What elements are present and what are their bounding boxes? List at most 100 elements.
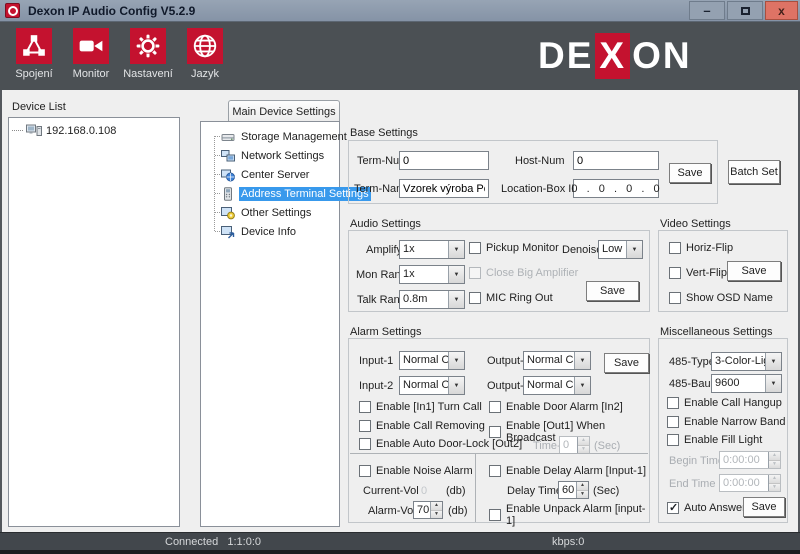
chevron-down-icon[interactable]: ▼ [448,377,464,394]
spin-down-icon[interactable]: ▼ [431,510,442,519]
tree-item-network-settings[interactable]: Network Settings [201,146,339,165]
video-settings-group: Horiz-Flip Vert-Flip Show OSD Name Save [658,230,788,312]
checkbox-box [669,242,681,254]
checkbox-label: Enable Call Hangup [684,397,782,409]
enable-call-hangup-checkbox[interactable]: Enable Call Hangup [667,397,782,409]
checkbox-box [359,420,371,432]
chevron-down-icon[interactable]: ▼ [765,375,781,392]
tree-item-address-terminal-settings[interactable]: Address Terminal Settings [201,184,339,203]
toolbar-button-nastaveni[interactable]: Nastavení [119,28,177,80]
minimize-button[interactable]: – [689,1,725,20]
pickup-monitor-checkbox[interactable]: Pickup Monitor [469,242,559,254]
input2-dropdown[interactable]: Normal Open ▼ [399,376,465,395]
tree-item-center-server[interactable]: Center Server [201,165,339,184]
maximize-button[interactable] [727,1,763,20]
audio-save-button[interactable]: Save [586,281,639,301]
vert-flip-checkbox[interactable]: Vert-Flip [669,267,727,279]
checkbox-box [667,434,679,446]
enable-noise-alarm-checkbox[interactable]: Enable Noise Alarm [359,465,473,477]
chevron-down-icon[interactable]: ▼ [574,377,590,394]
device-list: 192.168.0.108 [8,117,180,527]
chevron-down-icon[interactable]: ▼ [765,353,781,370]
term-name-input[interactable] [399,179,489,198]
spin-up-icon[interactable]: ▲ [431,502,442,510]
end-time-spinner: 0:00:00 ▲▼ [719,474,781,492]
tree-item-device-info[interactable]: Device Info [201,222,339,241]
spin-down-icon[interactable]: ▼ [769,460,780,469]
output1-dropdown[interactable]: Normal Close ▼ [523,351,591,370]
terminal-icon [221,187,235,201]
enable-in1-turn-call-checkbox[interactable]: Enable [In1] Turn Call [359,401,482,413]
denoise-dropdown[interactable]: Low ▼ [598,240,643,259]
video-save-button[interactable]: Save [727,261,781,281]
close-button[interactable]: x [765,1,798,20]
time-out-unit: (Sec) [594,440,620,452]
talk-range-dropdown[interactable]: 0.8m ▼ [399,290,465,309]
enable-unpack-alarm-checkbox[interactable]: Enable Unpack Alarm [input-1] [489,503,649,527]
spin-up-icon[interactable]: ▲ [578,437,589,445]
show-osd-name-checkbox[interactable]: Show OSD Name [669,292,773,304]
network-computers-icon [221,149,235,163]
settings-tree-panel: Storage Management Network Settings [200,121,340,527]
chevron-down-icon[interactable]: ▼ [448,266,464,283]
chevron-down-icon[interactable]: ▼ [574,352,590,369]
location-box-ip-input[interactable]: 0 . 0 . 0 . 0 [573,179,659,198]
485-type-dropdown[interactable]: 3-Color-Light ▼ [711,352,782,371]
toolbar-button-monitor[interactable]: Monitor [62,28,120,80]
485-baud-dropdown[interactable]: 9600 ▼ [711,374,782,393]
checkbox-label: Auto Answer [684,502,746,514]
term-num-input[interactable] [399,151,489,170]
alarm-save-button[interactable]: Save [604,353,649,373]
mic-ring-out-checkbox[interactable]: MIC Ring Out [469,292,553,304]
enable-delay-alarm-checkbox[interactable]: Enable Delay Alarm [Input-1] [489,465,646,477]
enable-call-removing-checkbox[interactable]: Enable Call Removing [359,420,485,432]
current-vol-label: Current-Vol [363,485,419,497]
host-num-input[interactable] [573,151,659,170]
dropdown-value: Normal Open [400,377,448,394]
checkbox-box [669,267,681,279]
spin-up-icon[interactable]: ▲ [769,475,780,483]
spin-down-icon[interactable]: ▼ [769,483,780,492]
delay-time-spinner[interactable]: 60 ▲▼ [558,481,589,499]
chevron-down-icon[interactable]: ▼ [448,352,464,369]
logo-text-right: ON [632,35,692,77]
enable-door-alarm-checkbox[interactable]: Enable Door Alarm [In2] [489,401,623,413]
spin-down-icon[interactable]: ▼ [578,445,589,454]
device-info-icon [221,225,235,239]
output2-dropdown[interactable]: Normal Close ▼ [523,376,591,395]
tree-item-storage-management[interactable]: Storage Management [201,127,339,146]
enable-narrow-band-checkbox[interactable]: Enable Narrow Band [667,416,786,428]
auto-answer-checkbox[interactable]: Auto Answer [667,502,746,514]
horiz-flip-checkbox[interactable]: Horiz-Flip [669,242,733,254]
alarm-vol-spinner[interactable]: 70 ▲▼ [413,501,443,519]
spin-down-icon[interactable]: ▼ [577,490,588,499]
amplify-dropdown[interactable]: 1x ▼ [399,240,465,259]
enable-fill-light-checkbox[interactable]: Enable Fill Light [667,434,762,446]
divider [475,453,476,522]
audio-settings-title: Audio Settings [350,218,421,230]
base-save-button[interactable]: Save [669,163,711,183]
batch-set-button[interactable]: Batch Set [728,160,780,184]
toolbar-button-jazyk[interactable]: Jazyk [176,28,234,80]
mon-range-dropdown[interactable]: 1x ▼ [399,265,465,284]
tree-item-other-settings[interactable]: Other Settings [201,203,339,222]
checkbox-box [469,242,481,254]
chevron-down-icon[interactable]: ▼ [448,291,464,308]
misc-save-button[interactable]: Save [743,497,785,517]
misc-settings-title: Miscellaneous Settings [660,326,773,338]
dropdown-value: Normal Close [524,377,574,394]
spin-up-icon[interactable]: ▲ [577,482,588,490]
chevron-down-icon[interactable]: ▼ [626,241,642,258]
toolbar-label: Jazyk [191,68,219,80]
checkbox-label: Horiz-Flip [686,242,733,254]
device-list-item[interactable]: 192.168.0.108 [9,118,179,137]
tab-main-device-settings[interactable]: Main Device Settings [228,100,340,122]
amplify-label: Amplify [366,244,402,256]
toolbar-button-spojeni[interactable]: Spojení [5,28,63,80]
chevron-down-icon[interactable]: ▼ [448,241,464,258]
spinner-value: 0:00:00 [720,452,768,468]
spin-up-icon[interactable]: ▲ [769,452,780,460]
spinner-value: 0 [560,437,577,453]
checkbox-label: Pickup Monitor [486,242,559,254]
input1-dropdown[interactable]: Normal Open ▼ [399,351,465,370]
